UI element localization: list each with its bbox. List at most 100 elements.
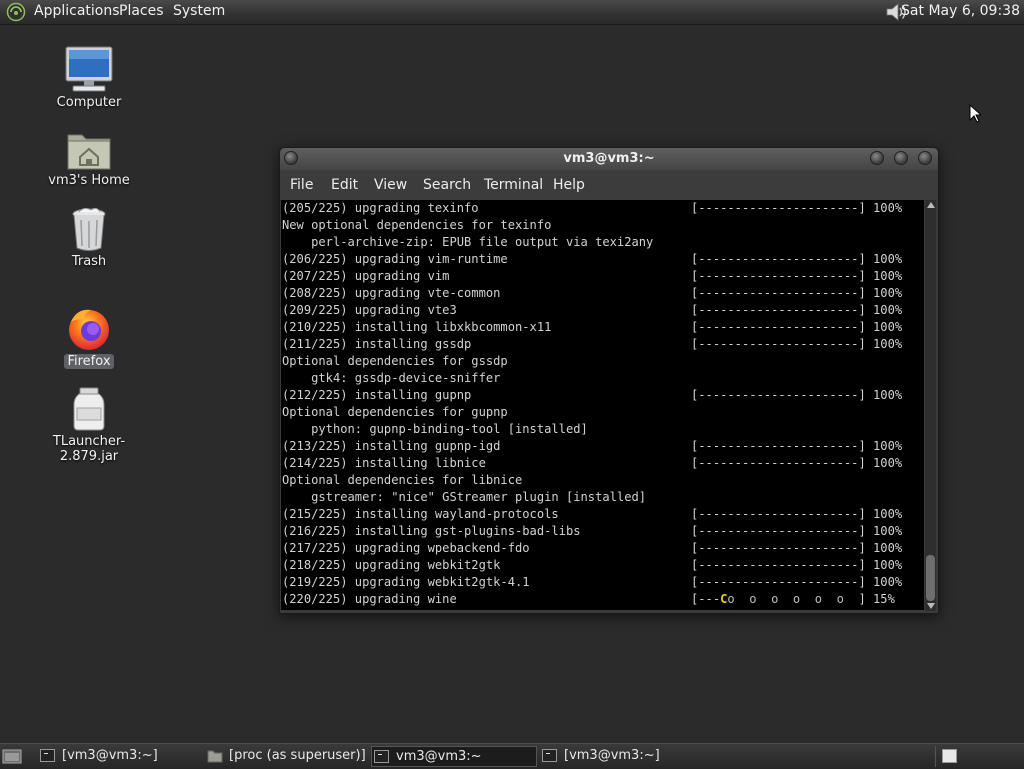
progress-bar-text: [----------------------] 100% xyxy=(691,201,903,215)
terminal-icon xyxy=(40,749,55,762)
terminal-line: (212/225) installing gupnp xyxy=(282,388,472,402)
terminal-line: (208/225) upgrading vte-common xyxy=(282,286,501,300)
task-label: [vm3@vm3:~] xyxy=(564,748,660,763)
progress-bar-text: [----------------------] 100% xyxy=(691,524,903,538)
trash-icon xyxy=(72,207,106,251)
desktop-icon-label: Trash xyxy=(71,254,107,269)
maximize-button[interactable] xyxy=(894,151,908,165)
minimize-button[interactable] xyxy=(870,151,884,165)
desktop-icon-tlauncher[interactable]: TLauncher-2.879.jar xyxy=(29,386,149,464)
main-menu-logo-icon[interactable] xyxy=(6,2,26,22)
progress-bar-dots: o o o o o o xyxy=(727,592,859,606)
terminal-line: (209/225) upgrading vte3 xyxy=(282,303,457,317)
progress-bar-text: [----------------------] 100% xyxy=(691,439,903,453)
terminal-line: perl-archive-zip: EPUB file output via t… xyxy=(282,235,654,249)
menu-edit[interactable]: Edit xyxy=(331,177,358,193)
menu-help[interactable]: Help xyxy=(553,177,585,193)
menu-view[interactable]: View xyxy=(374,177,407,193)
home-folder-icon xyxy=(67,134,111,170)
terminal-line: (213/225) installing gupnp-igd xyxy=(282,439,501,453)
menu-applications[interactable]: Applications xyxy=(34,3,120,19)
desktop-icon-computer[interactable]: Computer xyxy=(29,45,149,110)
progress-bar-start: [--- xyxy=(691,592,721,606)
progress-bar-text: [----------------------] 100% xyxy=(691,303,903,317)
window-title: vm3@vm3:~ xyxy=(563,151,655,166)
menu-terminal[interactable]: Terminal xyxy=(484,177,543,193)
jar-file-icon xyxy=(73,387,105,431)
terminal-line: gtk4: gssdp-device-sniffer xyxy=(282,371,501,385)
desktop-icon-home[interactable]: vm3's Home xyxy=(29,127,149,188)
panel-separator xyxy=(935,746,936,767)
taskbar-task-terminal-1[interactable]: [vm3@vm3:~] xyxy=(38,746,198,767)
terminal-line: (206/225) upgrading vim-runtime xyxy=(282,252,508,266)
terminal-icon xyxy=(374,750,389,763)
folder-icon xyxy=(207,750,223,763)
taskbar-task-proc[interactable]: [proc (as superuser)] xyxy=(205,746,366,767)
terminal-line: (207/225) upgrading vim xyxy=(282,269,450,283)
menu-system[interactable]: System xyxy=(173,3,225,19)
desktop-icon-label: Computer xyxy=(56,95,122,110)
scrollbar-thumb[interactable] xyxy=(926,555,935,601)
terminal-line: (215/225) installing wayland-protocols xyxy=(282,507,559,521)
progress-bar-text: [----------------------] 100% xyxy=(691,507,903,521)
scroll-up-arrow-icon[interactable] xyxy=(927,202,935,208)
task-label: [proc (as superuser)] xyxy=(229,748,366,763)
terminal-line: (217/225) upgrading wpebackend-fdo xyxy=(282,541,530,555)
progress-bar-text: [----------------------] 100% xyxy=(691,337,903,351)
progress-bar-end: ] xyxy=(858,592,866,606)
progress-bar-text: [----------------------] 100% xyxy=(691,269,903,283)
scroll-down-arrow-icon[interactable] xyxy=(927,603,935,609)
taskbar-task-terminal-2[interactable]: [vm3@vm3:~] xyxy=(540,746,700,767)
progress-bar-text: [----------------------] 100% xyxy=(691,558,903,572)
terminal-window[interactable]: vm3@vm3:~ File Edit View Search Terminal… xyxy=(279,147,939,614)
task-label: [vm3@vm3:~] xyxy=(62,748,158,763)
clock[interactable]: Sat May 6, 09:38 xyxy=(901,3,1020,19)
desktop-icon-firefox[interactable]: Firefox xyxy=(29,306,149,369)
terminal-line: (211/225) installing gssdp xyxy=(282,337,472,351)
task-label: vm3@vm3:~ xyxy=(396,749,482,764)
terminal-line: (219/225) upgrading webkit2gtk-4.1 xyxy=(282,575,530,589)
progress-bar-text: [----------------------] 100% xyxy=(691,575,903,589)
computer-icon xyxy=(65,46,113,92)
progress-bar-text: [----------------------] 100% xyxy=(691,541,903,555)
firefox-icon xyxy=(69,309,109,350)
menu-places[interactable]: Places xyxy=(119,3,164,19)
terminal-line: Optional dependencies for gupnp xyxy=(282,405,508,419)
terminal-line-current: (220/225) upgrading wine xyxy=(282,592,457,606)
progress-bar-text: [----------------------] 100% xyxy=(691,456,903,470)
progress-bar-text: [----------------------] 100% xyxy=(691,320,903,334)
terminal-line: Optional dependencies for libnice xyxy=(282,473,523,487)
terminal-line: (216/225) installing gst-plugins-bad-lib… xyxy=(282,524,581,538)
progress-bar-text: [----------------------] 100% xyxy=(691,388,903,402)
mouse-cursor-icon xyxy=(969,104,981,123)
terminal-line: Optional dependencies for gssdp xyxy=(282,354,508,368)
terminal-line: New optional dependencies for texinfo xyxy=(282,218,552,232)
terminal-output[interactable]: (205/225) upgrading texinfo [------------… xyxy=(281,200,924,610)
taskbar-task-terminal-active[interactable]: vm3@vm3:~ xyxy=(371,746,537,767)
terminal-icon xyxy=(542,749,557,762)
progress-bar-text: [----------------------] 100% xyxy=(691,252,903,266)
desktop-icon-label: Firefox xyxy=(64,354,114,369)
window-titlebar[interactable]: vm3@vm3:~ xyxy=(280,148,938,170)
menu-file[interactable]: File xyxy=(290,177,313,193)
terminal-menubar: File Edit View Search Terminal Help xyxy=(280,170,938,200)
terminal-line: (218/225) upgrading webkit2gtk xyxy=(282,558,501,572)
desktop-icon-trash[interactable]: Trash xyxy=(29,206,149,269)
terminal-scrollbar[interactable] xyxy=(925,200,936,611)
menu-search[interactable]: Search xyxy=(423,177,471,193)
close-button[interactable] xyxy=(918,151,932,165)
terminal-line: (214/225) installing libnice xyxy=(282,456,486,470)
desktop-icon-label: vm3's Home xyxy=(48,173,130,188)
top-panel: Applications Places System Sat May 6, 09… xyxy=(0,0,1024,25)
desktop-icon-label: TLauncher-2.879.jar xyxy=(52,434,126,464)
bottom-panel: [vm3@vm3:~] [proc (as superuser)] vm3@vm… xyxy=(0,743,1024,769)
terminal-line: (210/225) installing libxkbcommon-x11 xyxy=(282,320,552,334)
show-desktop-icon[interactable] xyxy=(2,747,22,765)
current-progress-bar: [---Co o o o o o ] 15% xyxy=(691,591,895,608)
workspace-switcher[interactable] xyxy=(942,749,957,763)
progress-percent: 15% xyxy=(873,592,895,606)
progress-bar-text: [----------------------] 100% xyxy=(691,286,903,300)
terminal-line: python: gupnp-binding-tool [installed] xyxy=(282,422,588,436)
terminal-line: (205/225) upgrading texinfo xyxy=(282,201,479,215)
terminal-line: gstreamer: "nice" GStreamer plugin [inst… xyxy=(282,490,647,504)
